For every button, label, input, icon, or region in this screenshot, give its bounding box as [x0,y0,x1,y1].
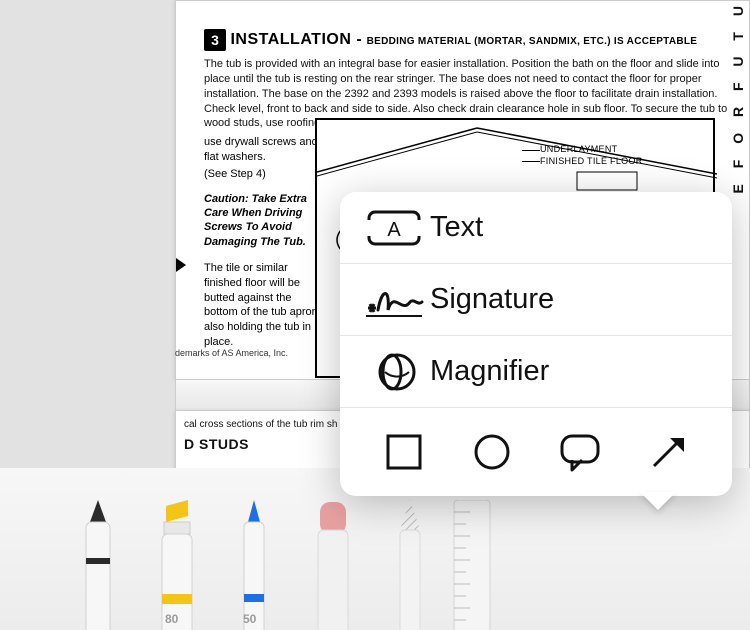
diagram-leader-line [522,161,540,162]
popup-item-magnifier[interactable]: Magnifier [340,336,732,408]
shape-circle-button[interactable] [470,430,514,474]
body-text-2: use drywall screws and flat washers. [204,135,324,165]
popup-item-text[interactable]: A Text [340,192,732,264]
diagram-label-finished-tile: FINISHED TILE FLOOR [540,156,643,166]
popup-shapes-row [340,408,732,496]
insertion-cursor-icon [176,258,186,272]
ruler-tool[interactable] [448,500,496,630]
shape-arrow-button[interactable] [646,430,690,474]
highlighter-size-label: 80 [165,612,178,626]
lasso-tool[interactable] [384,500,436,630]
diagram-leader-line [522,150,540,151]
followup-text: The tile or similar finished floor will … [204,261,324,350]
annotation-popup: A Text Signature Magnifier [340,192,732,496]
heading-main: INSTALLATION - [230,31,362,48]
svg-text:A: A [387,219,401,241]
popup-label-magnifier: Magnifier [424,355,549,388]
eraser-tool[interactable] [306,500,358,630]
popup-label-text: Text [424,211,483,244]
magnifier-loupe-icon [364,350,424,394]
text-box-icon: A [364,208,424,248]
shape-square-button[interactable] [382,430,426,474]
step-number-badge: 3 [204,29,226,51]
step-ref: (See Step 4) [204,167,324,182]
section-heading-row: 3 INSTALLATION - BEDDING MATERIAL (MORTA… [204,29,729,51]
pencil-tool[interactable] [228,500,280,630]
trademark-text: demarks of AS America, Inc. [175,348,288,358]
caution-text: Caution: Take Extra Care When Driving Sc… [204,192,324,249]
popup-item-signature[interactable]: Signature [340,264,732,336]
popup-label-signature: Signature [424,283,554,316]
shape-speech-bubble-button[interactable] [558,430,602,474]
signature-icon [364,280,424,320]
diagram-label-underlayment: UNDERLAYMENT [540,144,617,154]
pencil-size-label: 50 [243,612,256,626]
pen-tool[interactable] [72,500,124,630]
rotated-margin-text: E F O R F U T U [730,0,746,193]
highlighter-tool[interactable] [150,500,202,630]
popup-tail [640,492,676,510]
heading-sub: BEDDING MATERIAL (MORTAR, SANDMIX, ETC.)… [367,36,698,47]
